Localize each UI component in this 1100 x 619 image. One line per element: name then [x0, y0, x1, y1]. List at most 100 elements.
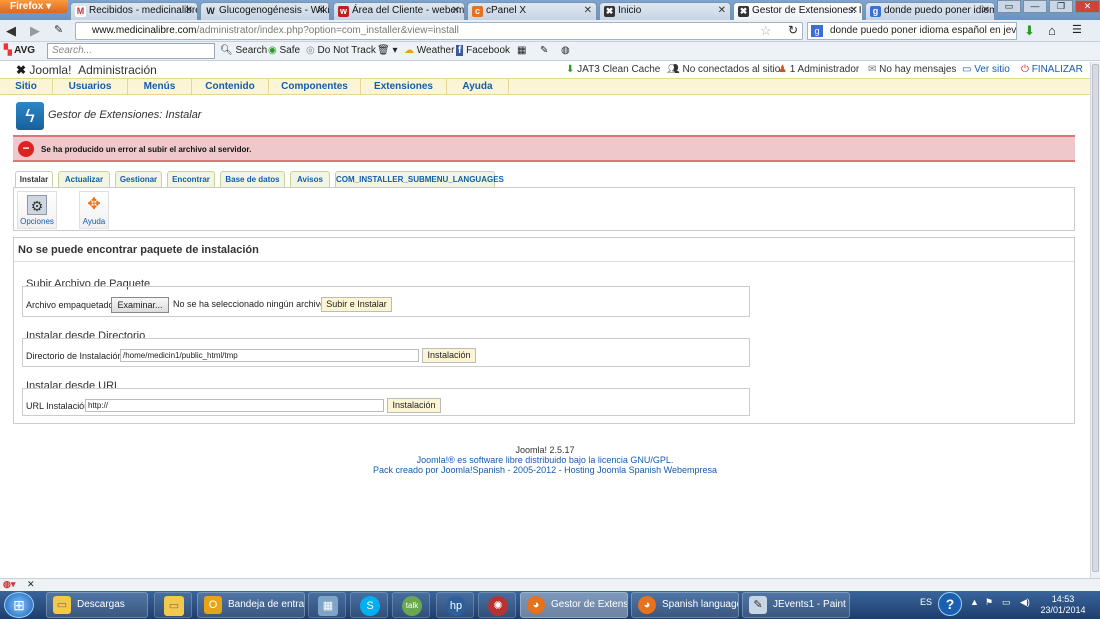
- joomla-logo[interactable]: ✖ Joomla! Administración: [16, 63, 157, 77]
- chat-icon[interactable]: ◍: [561, 45, 570, 56]
- window-close-button[interactable]: ✕: [1075, 0, 1100, 13]
- logout-link[interactable]: ⏻ FINALIZAR: [1021, 64, 1083, 75]
- options-button[interactable]: ⚙ Opciones: [17, 191, 57, 229]
- browser-tab-webempresa[interactable]: w Área del Cliente - webemp... ✕: [333, 2, 465, 20]
- messages-link[interactable]: ✉ No hay mensajes: [868, 64, 956, 75]
- search-icon: 🔍︎: [220, 45, 233, 56]
- browser-tab-cpanel[interactable]: c cPanel X ✕: [467, 2, 597, 20]
- volume-icon[interactable]: ◀): [1020, 597, 1030, 608]
- avg-weather-button[interactable]: ☁ Weather: [404, 45, 454, 56]
- home-icon[interactable]: ⌂: [1048, 23, 1056, 38]
- url-bar[interactable]: www.medicinalibre.com/administrator/inde…: [75, 22, 803, 40]
- menu-icon[interactable]: ☰: [1072, 23, 1082, 36]
- search-field[interactable]: g donde puedo poner idioma español en je…: [807, 22, 1017, 40]
- start-button[interactable]: ⊞: [4, 592, 34, 618]
- taskbar-pin-gtalk[interactable]: talk: [392, 592, 430, 618]
- menu-item-sitio[interactable]: Sitio: [0, 79, 53, 94]
- avg-safe-button[interactable]: ◉ Safe: [268, 45, 300, 56]
- close-tab-icon[interactable]: ✕: [584, 3, 592, 19]
- back-arrow-icon[interactable]: ◀: [6, 23, 16, 39]
- monitor-icon[interactable]: ▭: [1002, 597, 1011, 608]
- help-button[interactable]: ✥ Ayuda: [79, 191, 109, 229]
- close-tab-icon[interactable]: ✕: [185, 3, 193, 19]
- taskbar-pin-network[interactable]: ▦: [308, 592, 346, 618]
- flag-icon[interactable]: ⚑: [985, 597, 993, 608]
- taskbar-pin-explorer[interactable]: ▭: [154, 592, 192, 618]
- browser-tab-gestor[interactable]: ✖ Gestor de Extensiones: Inst... ✕: [733, 2, 863, 20]
- bookmark-star-icon[interactable]: ☆: [760, 23, 772, 39]
- system-clock[interactable]: 14:53 23/01/2014: [1036, 594, 1090, 616]
- pin-icon[interactable]: ✎: [54, 23, 63, 36]
- taskbar-item-firefox-gestor[interactable]: ◕ Gestor de Extensi...: [520, 592, 628, 618]
- avg-facebook-button[interactable]: f Facebook: [456, 45, 510, 56]
- maximize-button[interactable]: ❐: [1049, 0, 1073, 13]
- close-tab-icon[interactable]: ✕: [982, 3, 990, 19]
- firefox-menu-button[interactable]: Firefox ▾: [0, 0, 68, 13]
- eye-icon: ◎: [306, 45, 315, 56]
- tab-avisos[interactable]: Avisos: [290, 171, 330, 187]
- taskbar-pin-hp[interactable]: hp: [436, 592, 474, 618]
- help-icon[interactable]: ?: [938, 592, 962, 616]
- directory-input[interactable]: [120, 349, 419, 362]
- taskbar-item-descargas[interactable]: ▭ Descargas: [46, 592, 148, 618]
- tab-actualizar[interactable]: Actualizar: [58, 171, 110, 187]
- browser-tab-inicio[interactable]: ✖ Inicio ✕: [599, 2, 731, 20]
- tab-encontrar[interactable]: Encontrar: [167, 171, 215, 187]
- addon-icon[interactable]: ◍▾: [3, 579, 15, 590]
- footer-credits[interactable]: Pack creado por Joomla!Spanish - 2005-20…: [0, 465, 1090, 475]
- avg-safe-label: Safe: [279, 45, 301, 56]
- close-tab-icon[interactable]: ✕: [850, 3, 858, 19]
- directory-install-button[interactable]: Instalación: [422, 348, 476, 363]
- tab-gestionar[interactable]: Gestionar: [115, 171, 162, 187]
- taskbar-item-firefox-spanish[interactable]: ◕ Spanish language...: [631, 592, 739, 618]
- tab-languages[interactable]: COM_INSTALLER_SUBMENU_LANGUAGES: [335, 171, 504, 187]
- footer-license[interactable]: Joomla!® es software libre distribuido b…: [0, 455, 1090, 465]
- view-site-link[interactable]: ▭ Ver sitio: [962, 64, 1010, 75]
- new-tab-button[interactable]: ▭: [997, 0, 1021, 13]
- language-indicator[interactable]: ES: [920, 597, 932, 607]
- browser-tab-gmail[interactable]: M Recibidos - medicinalibre.... ✕: [70, 2, 198, 20]
- url-path: /administrator/index.php?option=com_inst…: [196, 25, 459, 36]
- browse-button[interactable]: Examinar...: [111, 297, 169, 313]
- show-hidden-icons-icon[interactable]: ▲: [970, 597, 979, 607]
- tab-instalar[interactable]: Instalar: [15, 171, 53, 188]
- scroll-thumb[interactable]: [1092, 64, 1099, 572]
- cloud-icon: ☁: [404, 45, 414, 56]
- avg-search-input[interactable]: Search...: [47, 43, 215, 59]
- url-install-button[interactable]: Instalación: [387, 398, 441, 413]
- browser-tab-wikipedia[interactable]: W Glucogenogénesis - Wikip... ✕: [200, 2, 330, 20]
- reload-icon[interactable]: ↻: [788, 23, 798, 37]
- menu-item-contenido[interactable]: Contenido: [192, 79, 269, 94]
- menu-item-ayuda[interactable]: Ayuda: [447, 79, 509, 94]
- menu-item-menus[interactable]: Menús: [128, 79, 192, 94]
- taskbar-pin-skype[interactable]: S: [350, 592, 388, 618]
- error-icon: −: [18, 141, 34, 157]
- avg-search-button[interactable]: 🔍︎ Search: [220, 45, 267, 56]
- close-tab-icon[interactable]: ✕: [317, 3, 325, 19]
- close-tab-icon[interactable]: ✕: [718, 3, 726, 19]
- taskbar-item-paint[interactable]: ✎ JEvents1 - Paint: [742, 592, 850, 618]
- avg-trash-button[interactable]: 🗑︎ ▾: [377, 45, 398, 56]
- skype-icon: S: [360, 596, 380, 616]
- admin-label: Administración: [78, 63, 157, 77]
- forward-arrow-icon[interactable]: ▶: [30, 23, 40, 39]
- menu-item-extensiones[interactable]: Extensiones: [361, 79, 447, 94]
- taskbar-pin-app[interactable]: ✺: [478, 592, 516, 618]
- avg-dnt-button[interactable]: ◎ Do Not Track: [306, 45, 376, 56]
- clean-cache-link[interactable]: ⬇ JAT3 Clean Cache: [566, 64, 660, 75]
- calculator-icon[interactable]: ▦: [517, 45, 526, 56]
- browser-tab-google[interactable]: g donde puedo poner idiom... ✕: [865, 2, 995, 20]
- menu-item-usuarios[interactable]: Usuarios: [53, 79, 128, 94]
- upload-install-button[interactable]: Subir e Instalar: [321, 297, 392, 312]
- close-tab-icon[interactable]: ✕: [452, 3, 460, 19]
- taskbar-item-outlook[interactable]: O Bandeja de entrad...: [197, 592, 305, 618]
- url-input[interactable]: [85, 399, 384, 412]
- tab-base-de-datos[interactable]: Base de datos: [220, 171, 285, 187]
- close-addon-bar-icon[interactable]: ✕: [27, 579, 35, 590]
- avg-logo[interactable]: ▚ AVG: [4, 45, 35, 56]
- menu-item-componentes[interactable]: Componentes: [269, 79, 361, 94]
- download-arrow-icon[interactable]: ⬇: [1024, 23, 1035, 39]
- notepad-icon[interactable]: ✎: [540, 45, 548, 56]
- vertical-scrollbar[interactable]: [1090, 62, 1100, 578]
- minimize-button[interactable]: —: [1023, 0, 1047, 13]
